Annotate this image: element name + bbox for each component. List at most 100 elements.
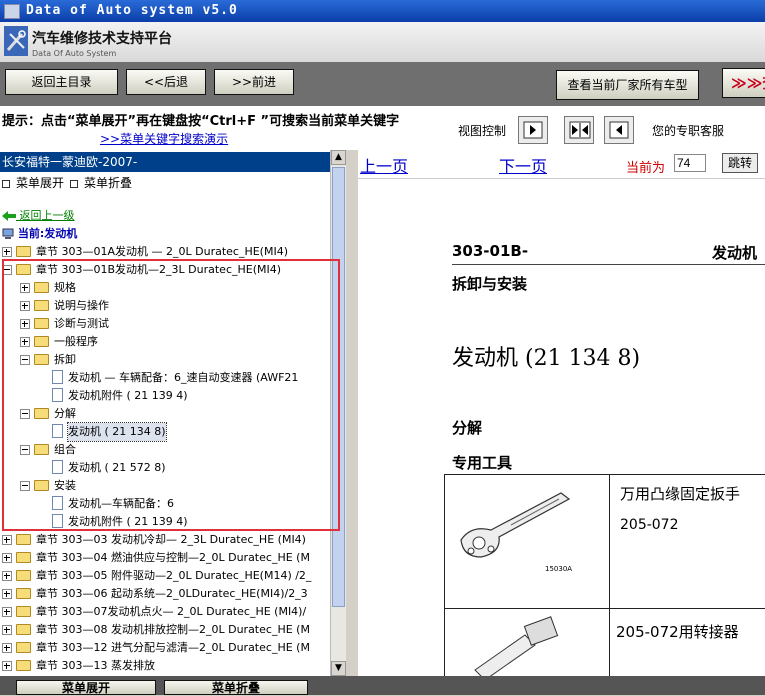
search-demo-link[interactable]: >>菜单关键字搜索演示 <box>100 130 228 147</box>
bottom-collapse-button[interactable]: 菜单折叠 <box>164 680 308 695</box>
collapse-minus-icon[interactable] <box>2 265 12 275</box>
tree-item[interactable]: 分解 <box>0 405 330 423</box>
all-models-button[interactable]: 查看当前厂家所有车型 <box>556 70 699 100</box>
window-title: Data of Auto system v5.0 <box>26 3 238 18</box>
tree-item[interactable]: 章节 303—05 附件驱动—2_0L Duratec_HE(M14) /2_ <box>0 567 330 585</box>
tree-item[interactable]: 发动机—车辆配备：6 <box>0 495 330 513</box>
menu-collapse-control[interactable]: 菜单折叠 <box>70 174 132 191</box>
arrow-left-icon <box>609 121 629 139</box>
expand-plus-icon[interactable] <box>2 553 12 563</box>
view-expand-right-button[interactable] <box>518 116 548 144</box>
scroll-thumb[interactable] <box>332 167 345 607</box>
expand-plus-icon[interactable] <box>2 247 12 257</box>
tree-item[interactable]: 一般程序 <box>0 333 330 351</box>
tree-item[interactable]: 发动机 — 车辆配备：6_速自动变速器 (AWF21 <box>0 369 330 387</box>
tree-scrollbar[interactable]: ▲ ▼ <box>330 150 346 676</box>
folder-icon <box>16 534 31 545</box>
menu-expand-control[interactable]: 菜单展开 <box>2 174 64 191</box>
expand-plus-icon[interactable] <box>20 301 30 311</box>
tree-item-label: 章节 303—07发动机点火— 2_0L Duratec_HE (MI4)/ <box>36 605 307 618</box>
tree-item[interactable]: 章节 303—13 蒸发排放 <box>0 657 330 675</box>
current-location: 当前:发动机 <box>2 225 77 241</box>
expand-plus-icon[interactable] <box>2 589 12 599</box>
collapse-minus-icon[interactable] <box>20 409 30 419</box>
expand-plus-icon[interactable] <box>2 661 12 671</box>
scroll-up-arrow-icon[interactable]: ▲ <box>331 150 346 165</box>
hint-bar: 提示：点击“菜单展开”再在键盘按“Ctrl+F ”可搜索当前菜单关键字 >>菜单… <box>0 106 765 150</box>
tree-item-label: 章节 303—04 燃油供应与控制—2_0L Duratec_HE (M <box>36 551 310 564</box>
tree-item-label: 一般程序 <box>54 335 98 348</box>
bottom-expand-button[interactable]: 菜单展开 <box>16 680 156 695</box>
back-up-label: 返回上一级 <box>19 209 75 222</box>
tree-item[interactable]: 规格 <box>0 279 330 297</box>
hint-text: 提示：点击“菜单展开”再在键盘按“Ctrl+F ”可搜索当前菜单关键字 <box>2 114 400 129</box>
expand-plus-icon[interactable] <box>20 283 30 293</box>
expand-plus-icon[interactable] <box>2 607 12 617</box>
expand-plus-icon[interactable] <box>20 337 30 347</box>
folder-open-icon <box>34 444 49 455</box>
window-titlebar: Data of Auto system v5.0 <box>0 0 765 22</box>
tree-item[interactable]: 章节 303—12 进气分配与滤清—2_0L Duratec_HE (M <box>0 639 330 657</box>
tree-item-label: 发动机 ( 21 134 8) <box>67 422 167 442</box>
tree-item[interactable]: 说明与操作 <box>0 297 330 315</box>
home-button[interactable]: 返回主目录 <box>5 69 118 95</box>
tool-image-caption: 15030A <box>545 565 573 573</box>
tree-item[interactable]: 发动机附件 ( 21 139 4) <box>0 513 330 531</box>
tree-item[interactable]: 章节 303—01A发动机 — 2_0L Duratec_HE(MI4) <box>0 243 330 261</box>
tree-item[interactable]: 发动机 ( 21 572 8) <box>0 459 330 477</box>
next-page-link[interactable]: 下一页 <box>499 153 547 177</box>
tree-item-label: 发动机 — 车辆配备：6_速自动变速器 (AWF21 <box>68 371 299 384</box>
menu-collapse-label: 菜单折叠 <box>84 176 133 190</box>
page-number-input[interactable] <box>674 154 706 172</box>
tree-item[interactable]: 章节 303—06 起动系统—2_0LDuratec_HE(MI4)/2_3 <box>0 585 330 603</box>
expand-plus-icon[interactable] <box>2 625 12 635</box>
folder-icon <box>16 624 31 635</box>
tree-item[interactable]: 章节 303—08 发动机排放控制—2_0L Duratec_HE (M <box>0 621 330 639</box>
search-red-button[interactable]: ≫≫查 <box>722 68 765 98</box>
app-icon <box>4 4 20 19</box>
brand-bar: 汽车维修技术支持平台 Data Of Auto System <box>0 22 765 63</box>
pane-splitter[interactable] <box>346 150 358 676</box>
viewer-toolbar: 上一页 下一页 当前为 跳转 <box>358 150 765 179</box>
document-icon <box>52 388 63 402</box>
tree-item[interactable]: 诊断与测试 <box>0 315 330 333</box>
tree-item[interactable]: 发动机附件 ( 21 139 4) <box>0 387 330 405</box>
tree-item-label: 章节 303—13 蒸发排放 <box>36 659 155 672</box>
tree-item[interactable]: 发动机 ( 21 134 8) <box>0 422 330 442</box>
tree-item[interactable]: 安装 <box>0 477 330 495</box>
tree-item-label: 章节 303—01A发动机 — 2_0L Duratec_HE(MI4) <box>36 245 289 258</box>
tool2-name: 205-072用转接器 <box>616 623 739 641</box>
expand-plus-icon[interactable] <box>2 643 12 653</box>
forward-button[interactable]: >>前进 <box>214 69 294 95</box>
tree-item-label: 章节 303—05 附件驱动—2_0L Duratec_HE(M14) /2_ <box>36 569 312 582</box>
folder-icon <box>34 282 49 293</box>
folder-open-icon <box>34 408 49 419</box>
expand-plus-icon[interactable] <box>20 319 30 329</box>
back-up-link[interactable]: 返回上一级 <box>2 207 75 223</box>
flange-wrench-image <box>460 492 571 558</box>
collapse-minus-icon[interactable] <box>20 355 30 365</box>
back-button[interactable]: <<后退 <box>126 69 206 95</box>
tree-item[interactable]: 章节 303—03 发动机冷却— 2_3L Duratec_HE (MI4) <box>0 531 330 549</box>
tree-item-label: 章节 303—12 进气分配与滤清—2_0L Duratec_HE (M <box>36 641 310 654</box>
document-icon <box>52 496 63 510</box>
view-expand-left-button[interactable] <box>604 116 634 144</box>
tree-item[interactable]: 章节 303—01B发动机—2_3L Duratec_HE(MI4) <box>0 261 330 279</box>
tree-item[interactable]: 拆卸 <box>0 351 330 369</box>
bottom-bar: 菜单展开 菜单折叠 <box>0 676 765 695</box>
scroll-down-arrow-icon[interactable]: ▼ <box>331 661 346 676</box>
split-arrows-icon <box>569 121 591 139</box>
jump-button[interactable]: 跳转 <box>722 153 758 173</box>
tree-item[interactable]: 章节 303—07发动机点火— 2_0L Duratec_HE (MI4)/ <box>0 603 330 621</box>
folder-icon <box>34 318 49 329</box>
customer-service-label: 您的专职客服 <box>652 124 725 138</box>
view-split-button[interactable] <box>564 116 594 144</box>
doc-subheading-special-tools: 专用工具 <box>452 454 513 472</box>
collapse-minus-icon[interactable] <box>20 445 30 455</box>
tree-item[interactable]: 章节 303—04 燃油供应与控制—2_0L Duratec_HE (M <box>0 549 330 567</box>
tree-item[interactable]: 组合 <box>0 441 330 459</box>
expand-plus-icon[interactable] <box>2 571 12 581</box>
expand-plus-icon[interactable] <box>2 535 12 545</box>
prev-page-link[interactable]: 上一页 <box>360 153 408 177</box>
collapse-minus-icon[interactable] <box>20 481 30 491</box>
